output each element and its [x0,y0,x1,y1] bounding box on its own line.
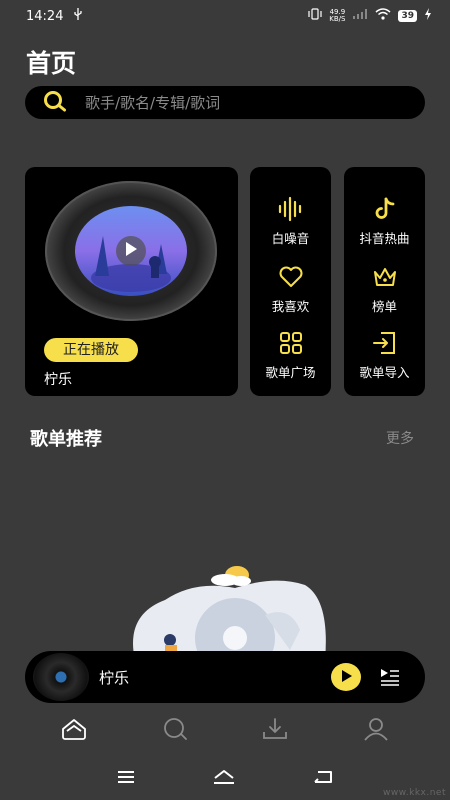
queue-icon [379,669,401,692]
empty-state-illustration [125,560,335,678]
grid-item-label: 我喜欢 [271,299,310,314]
crown-icon [372,264,398,290]
grid-item-label: 歌单广场 [265,365,316,380]
nav-search[interactable] [160,716,190,746]
now-playing-title: 柠乐 [44,372,72,388]
quick-grid-column-1: 白噪音 我喜欢 歌单广场 [250,167,331,396]
nav-download[interactable] [260,716,290,746]
album-art [75,206,187,296]
wifi-icon [375,8,391,24]
grid-item-label: 白噪音 [271,231,310,246]
battery-indicator: 39 [398,10,417,22]
import-icon [372,330,398,356]
quick-grid-column-2: 抖音热曲 榜单 歌单导入 [344,167,425,396]
grid-icon [278,330,304,356]
grid-item-label: 榜单 [371,299,397,314]
album-play-button[interactable] [116,236,146,266]
play-icon [124,241,138,261]
grid-item-label: 抖音热曲 [359,231,410,246]
grid-item-white-noise[interactable]: 白噪音 [250,196,331,247]
grid-item-favorites[interactable]: 我喜欢 [250,264,331,315]
profile-icon [363,717,389,745]
grid-item-playlist-plaza[interactable]: 歌单广场 [250,330,331,381]
play-icon [339,668,353,687]
more-link[interactable]: 更多 [386,428,414,448]
mini-player-title: 柠乐 [99,669,130,687]
mini-player[interactable]: 柠乐 [25,651,425,703]
nav-profile[interactable] [361,716,391,746]
usb-icon [73,8,83,24]
status-time: 14:24 [26,8,64,24]
search-input[interactable] [85,93,385,112]
net-speed: 49.9 KB/S [329,9,345,23]
now-playing-badge[interactable]: 正在播放 [44,338,138,362]
bottom-nav [0,706,450,756]
search-icon [43,90,67,116]
waveform-icon [278,196,304,222]
page-title: 首页 [26,49,77,78]
grid-item-label: 歌单导入 [359,365,410,380]
vinyl-record [45,181,217,321]
watermark: www.kkx.net [383,788,446,798]
grid-item-douyin-hits[interactable]: 抖音热曲 [344,196,425,247]
signal-icon [352,8,368,24]
back-icon[interactable] [312,769,334,789]
download-icon [262,717,288,745]
grid-item-playlist-import[interactable]: 歌单导入 [344,330,425,381]
home-icon [61,717,87,745]
nav-home[interactable] [59,716,89,746]
tiktok-icon [372,196,398,222]
vibrate-icon [308,8,322,24]
menu-icon[interactable] [116,769,136,789]
status-bar: 14:24 49.9 KB/S 39 [0,0,450,32]
grid-item-charts[interactable]: 榜单 [344,264,425,315]
search-icon [162,717,188,745]
home-nav-icon[interactable] [212,769,236,789]
heart-icon [278,264,304,290]
playlist-queue-button[interactable] [379,666,401,688]
charging-icon [424,8,432,24]
mini-player-disc [33,653,89,701]
now-playing-card[interactable]: 正在播放 柠乐 [25,167,238,396]
section-title-recommend: 歌单推荐 [30,429,102,450]
search-bar[interactable] [25,86,425,119]
mini-play-button[interactable] [331,663,361,691]
net-speed-unit: KB/S [329,15,346,23]
